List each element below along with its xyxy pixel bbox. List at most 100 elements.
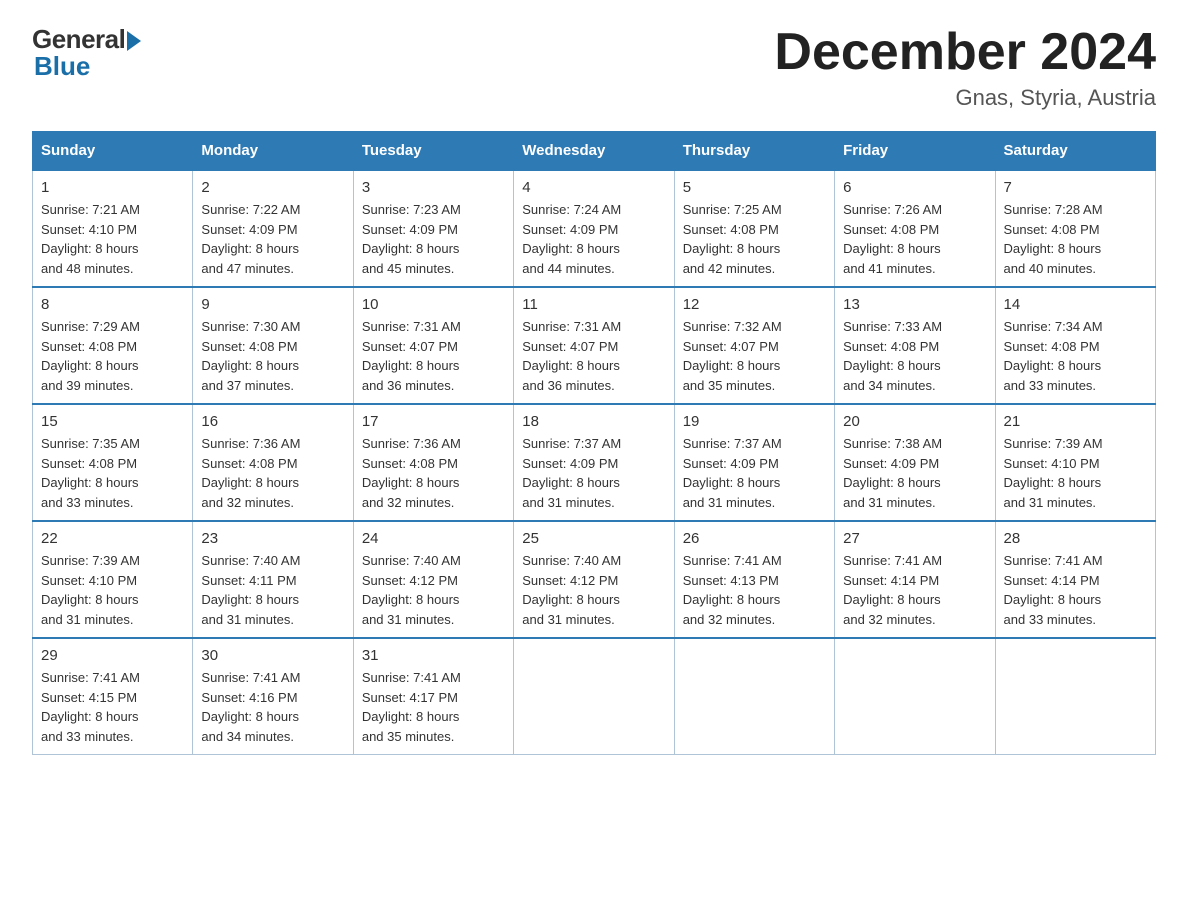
table-row: 20 Sunrise: 7:38 AM Sunset: 4:09 PM Dayl… bbox=[835, 404, 995, 521]
day-number: 16 bbox=[201, 413, 344, 430]
day-number: 1 bbox=[41, 179, 184, 196]
table-row: 16 Sunrise: 7:36 AM Sunset: 4:08 PM Dayl… bbox=[193, 404, 353, 521]
day-number: 12 bbox=[683, 296, 826, 313]
day-info: Sunrise: 7:41 AM Sunset: 4:14 PM Dayligh… bbox=[1004, 551, 1147, 629]
table-row: 15 Sunrise: 7:35 AM Sunset: 4:08 PM Dayl… bbox=[33, 404, 193, 521]
day-info: Sunrise: 7:36 AM Sunset: 4:08 PM Dayligh… bbox=[201, 434, 344, 512]
day-number: 18 bbox=[522, 413, 665, 430]
day-number: 4 bbox=[522, 179, 665, 196]
day-number: 19 bbox=[683, 413, 826, 430]
title-area: December 2024 Gnas, Styria, Austria bbox=[774, 24, 1156, 111]
day-number: 22 bbox=[41, 530, 184, 547]
table-row bbox=[835, 638, 995, 755]
table-row bbox=[514, 638, 674, 755]
day-number: 7 bbox=[1004, 179, 1147, 196]
day-number: 28 bbox=[1004, 530, 1147, 547]
table-row: 1 Sunrise: 7:21 AM Sunset: 4:10 PM Dayli… bbox=[33, 170, 193, 287]
table-row: 21 Sunrise: 7:39 AM Sunset: 4:10 PM Dayl… bbox=[995, 404, 1155, 521]
col-saturday: Saturday bbox=[995, 132, 1155, 171]
day-number: 9 bbox=[201, 296, 344, 313]
day-number: 30 bbox=[201, 647, 344, 664]
day-info: Sunrise: 7:32 AM Sunset: 4:07 PM Dayligh… bbox=[683, 317, 826, 395]
day-info: Sunrise: 7:31 AM Sunset: 4:07 PM Dayligh… bbox=[362, 317, 505, 395]
table-row: 9 Sunrise: 7:30 AM Sunset: 4:08 PM Dayli… bbox=[193, 287, 353, 404]
day-info: Sunrise: 7:41 AM Sunset: 4:13 PM Dayligh… bbox=[683, 551, 826, 629]
table-row: 8 Sunrise: 7:29 AM Sunset: 4:08 PM Dayli… bbox=[33, 287, 193, 404]
day-info: Sunrise: 7:21 AM Sunset: 4:10 PM Dayligh… bbox=[41, 200, 184, 278]
day-number: 17 bbox=[362, 413, 505, 430]
page-title: December 2024 bbox=[774, 24, 1156, 81]
col-friday: Friday bbox=[835, 132, 995, 171]
col-tuesday: Tuesday bbox=[353, 132, 513, 171]
table-row: 28 Sunrise: 7:41 AM Sunset: 4:14 PM Dayl… bbox=[995, 521, 1155, 638]
table-row: 26 Sunrise: 7:41 AM Sunset: 4:13 PM Dayl… bbox=[674, 521, 834, 638]
table-row: 13 Sunrise: 7:33 AM Sunset: 4:08 PM Dayl… bbox=[835, 287, 995, 404]
table-row: 24 Sunrise: 7:40 AM Sunset: 4:12 PM Dayl… bbox=[353, 521, 513, 638]
calendar-row: 22 Sunrise: 7:39 AM Sunset: 4:10 PM Dayl… bbox=[33, 521, 1156, 638]
day-info: Sunrise: 7:25 AM Sunset: 4:08 PM Dayligh… bbox=[683, 200, 826, 278]
day-info: Sunrise: 7:40 AM Sunset: 4:11 PM Dayligh… bbox=[201, 551, 344, 629]
table-row: 17 Sunrise: 7:36 AM Sunset: 4:08 PM Dayl… bbox=[353, 404, 513, 521]
table-row bbox=[674, 638, 834, 755]
day-number: 14 bbox=[1004, 296, 1147, 313]
table-row: 12 Sunrise: 7:32 AM Sunset: 4:07 PM Dayl… bbox=[674, 287, 834, 404]
day-info: Sunrise: 7:37 AM Sunset: 4:09 PM Dayligh… bbox=[522, 434, 665, 512]
day-number: 5 bbox=[683, 179, 826, 196]
day-number: 23 bbox=[201, 530, 344, 547]
logo-arrow-icon bbox=[127, 31, 141, 51]
table-row: 14 Sunrise: 7:34 AM Sunset: 4:08 PM Dayl… bbox=[995, 287, 1155, 404]
day-info: Sunrise: 7:35 AM Sunset: 4:08 PM Dayligh… bbox=[41, 434, 184, 512]
day-number: 29 bbox=[41, 647, 184, 664]
day-number: 31 bbox=[362, 647, 505, 664]
table-row: 2 Sunrise: 7:22 AM Sunset: 4:09 PM Dayli… bbox=[193, 170, 353, 287]
day-info: Sunrise: 7:28 AM Sunset: 4:08 PM Dayligh… bbox=[1004, 200, 1147, 278]
day-number: 20 bbox=[843, 413, 986, 430]
day-info: Sunrise: 7:41 AM Sunset: 4:15 PM Dayligh… bbox=[41, 668, 184, 746]
table-row: 25 Sunrise: 7:40 AM Sunset: 4:12 PM Dayl… bbox=[514, 521, 674, 638]
day-info: Sunrise: 7:33 AM Sunset: 4:08 PM Dayligh… bbox=[843, 317, 986, 395]
table-row: 7 Sunrise: 7:28 AM Sunset: 4:08 PM Dayli… bbox=[995, 170, 1155, 287]
logo-blue-text: Blue bbox=[34, 51, 90, 82]
table-row: 5 Sunrise: 7:25 AM Sunset: 4:08 PM Dayli… bbox=[674, 170, 834, 287]
calendar-row: 15 Sunrise: 7:35 AM Sunset: 4:08 PM Dayl… bbox=[33, 404, 1156, 521]
day-number: 10 bbox=[362, 296, 505, 313]
day-number: 11 bbox=[522, 296, 665, 313]
table-row bbox=[995, 638, 1155, 755]
day-info: Sunrise: 7:30 AM Sunset: 4:08 PM Dayligh… bbox=[201, 317, 344, 395]
day-info: Sunrise: 7:39 AM Sunset: 4:10 PM Dayligh… bbox=[41, 551, 184, 629]
day-number: 8 bbox=[41, 296, 184, 313]
calendar-row: 1 Sunrise: 7:21 AM Sunset: 4:10 PM Dayli… bbox=[33, 170, 1156, 287]
day-info: Sunrise: 7:40 AM Sunset: 4:12 PM Dayligh… bbox=[362, 551, 505, 629]
table-row: 18 Sunrise: 7:37 AM Sunset: 4:09 PM Dayl… bbox=[514, 404, 674, 521]
day-number: 3 bbox=[362, 179, 505, 196]
table-row: 6 Sunrise: 7:26 AM Sunset: 4:08 PM Dayli… bbox=[835, 170, 995, 287]
day-info: Sunrise: 7:39 AM Sunset: 4:10 PM Dayligh… bbox=[1004, 434, 1147, 512]
day-number: 25 bbox=[522, 530, 665, 547]
col-thursday: Thursday bbox=[674, 132, 834, 171]
day-info: Sunrise: 7:34 AM Sunset: 4:08 PM Dayligh… bbox=[1004, 317, 1147, 395]
day-number: 27 bbox=[843, 530, 986, 547]
table-row: 23 Sunrise: 7:40 AM Sunset: 4:11 PM Dayl… bbox=[193, 521, 353, 638]
location-subtitle: Gnas, Styria, Austria bbox=[774, 85, 1156, 111]
col-monday: Monday bbox=[193, 132, 353, 171]
col-sunday: Sunday bbox=[33, 132, 193, 171]
day-number: 21 bbox=[1004, 413, 1147, 430]
table-row: 10 Sunrise: 7:31 AM Sunset: 4:07 PM Dayl… bbox=[353, 287, 513, 404]
day-number: 13 bbox=[843, 296, 986, 313]
day-info: Sunrise: 7:41 AM Sunset: 4:14 PM Dayligh… bbox=[843, 551, 986, 629]
day-info: Sunrise: 7:23 AM Sunset: 4:09 PM Dayligh… bbox=[362, 200, 505, 278]
day-info: Sunrise: 7:38 AM Sunset: 4:09 PM Dayligh… bbox=[843, 434, 986, 512]
table-row: 29 Sunrise: 7:41 AM Sunset: 4:15 PM Dayl… bbox=[33, 638, 193, 755]
table-row: 19 Sunrise: 7:37 AM Sunset: 4:09 PM Dayl… bbox=[674, 404, 834, 521]
day-info: Sunrise: 7:31 AM Sunset: 4:07 PM Dayligh… bbox=[522, 317, 665, 395]
day-number: 15 bbox=[41, 413, 184, 430]
table-row: 27 Sunrise: 7:41 AM Sunset: 4:14 PM Dayl… bbox=[835, 521, 995, 638]
day-info: Sunrise: 7:26 AM Sunset: 4:08 PM Dayligh… bbox=[843, 200, 986, 278]
day-info: Sunrise: 7:22 AM Sunset: 4:09 PM Dayligh… bbox=[201, 200, 344, 278]
day-info: Sunrise: 7:37 AM Sunset: 4:09 PM Dayligh… bbox=[683, 434, 826, 512]
day-info: Sunrise: 7:40 AM Sunset: 4:12 PM Dayligh… bbox=[522, 551, 665, 629]
day-number: 2 bbox=[201, 179, 344, 196]
col-wednesday: Wednesday bbox=[514, 132, 674, 171]
day-info: Sunrise: 7:41 AM Sunset: 4:17 PM Dayligh… bbox=[362, 668, 505, 746]
logo: General Blue bbox=[32, 24, 141, 82]
